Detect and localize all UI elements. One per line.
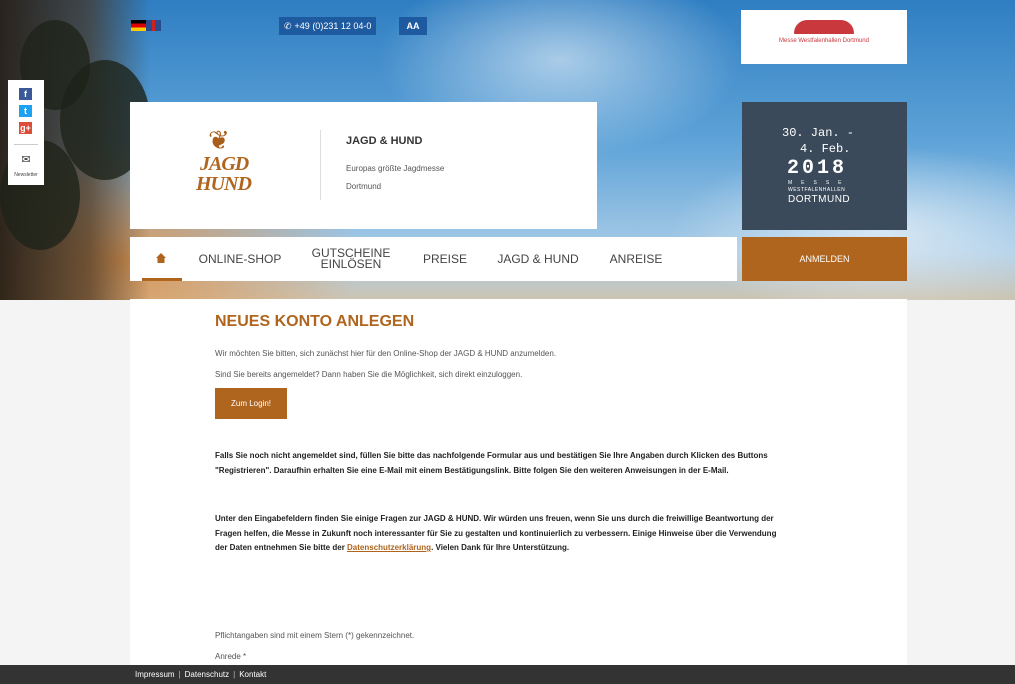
questions-text-end: . Vielen Dank für Ihre Unterstützung. [431,543,570,552]
date-venue: WESTFALENHALLEN [788,187,846,193]
questions-paragraph: Unter den Eingabefeldern finden Sie eini… [215,512,790,556]
mail-icon[interactable]: ✉ [18,155,34,166]
footer-links: Impressum | Datenschutz | Kontakt [135,665,266,684]
event-city: Dortmund [346,182,382,191]
event-subtitle: Europas größte Jagdmesse [346,164,445,173]
intro-text-1: Wir möchten Sie bitten, sich zunächst hi… [215,349,557,358]
footer: Impressum | Datenschutz | Kontakt [0,665,1015,684]
english-flag-icon[interactable] [146,20,161,31]
privacy-link[interactable]: Datenschutzerklärung [347,543,431,552]
anmelden-button[interactable]: ANMELDEN [742,237,907,281]
nav-home[interactable] [142,237,182,281]
nav-item-gutscheine[interactable]: GUTSCHEINE EINLÖSEN [306,237,396,281]
phone-button[interactable]: ✆ +49 (0)231 12 04-0 [279,17,377,35]
font-size-button[interactable]: AA [399,17,427,35]
antler-icon: ❦ [208,125,230,155]
date-year: 2018 [787,157,848,180]
phone-icon: ✆ [284,21,292,31]
messe-name: Messe Westfalenhallen Dortmund [779,38,869,44]
footer-separator: | [233,670,236,679]
footer-link-kontakt[interactable]: Kontakt [239,665,266,684]
language-switcher[interactable] [131,20,161,31]
instructions-paragraph: Falls Sie noch nicht angemeldet sind, fü… [215,451,768,475]
event-info-card: ❦ JAGD HUND JAGD & HUND Europas größte J… [130,102,597,229]
footer-link-impressum[interactable]: Impressum [135,665,175,684]
date-end: 4. Feb. [800,142,851,156]
page-title: NEUES KONTO ANLEGEN [215,313,415,330]
jagd-hund-logo[interactable]: ❦ JAGD HUND [190,127,260,207]
date-start: 30. Jan. - [782,126,855,140]
date-city: DORTMUND [788,194,851,205]
phone-label: +49 (0)231 12 04-0 [294,21,372,31]
to-login-button[interactable]: Zum Login! [215,388,287,419]
twitter-icon[interactable]: t [19,105,32,117]
nav-item-jagd-hund[interactable]: JAGD & HUND [492,237,584,281]
date-messe: MESSE [788,180,851,186]
messe-roof-icon [794,20,854,34]
social-sidebar: f t g+ ✉ Newsletter [8,80,44,185]
facebook-icon[interactable]: f [19,88,32,100]
footer-separator: | [178,670,181,679]
nav-item-anreise[interactable]: ANREISE [604,237,668,281]
googleplus-icon[interactable]: g+ [19,122,32,134]
newsletter-label[interactable]: Newsletter [8,172,44,178]
home-icon[interactable] [155,252,167,264]
main-nav: ONLINE-SHOP GUTSCHEINE EINLÖSEN PREISE J… [130,237,737,281]
logo-line2: HUND [196,173,252,195]
intro-text-2: Sind Sie bereits angemeldet? Dann haben … [215,370,523,379]
social-divider [14,144,38,145]
nav-item-online-shop[interactable]: ONLINE-SHOP [190,237,290,281]
event-date-box: 30. Jan. - 4. Feb. 2018 MESSE WESTFALENH… [742,102,907,230]
german-flag-icon[interactable] [131,20,146,31]
nav-item-preise[interactable]: PREISE [415,237,475,281]
card-divider [320,130,321,200]
anrede-label: Anrede * [215,652,247,661]
footer-link-datenschutz[interactable]: Datenschutz [185,665,229,684]
required-fields-note: Pflichtangaben sind mit einem Stern (*) … [215,631,415,640]
registration-panel: NEUES KONTO ANLEGEN Wir möchten Sie bitt… [130,299,907,665]
messe-logo[interactable]: Messe Westfalenhallen Dortmund [741,10,907,64]
event-title: JAGD & HUND [346,135,423,147]
